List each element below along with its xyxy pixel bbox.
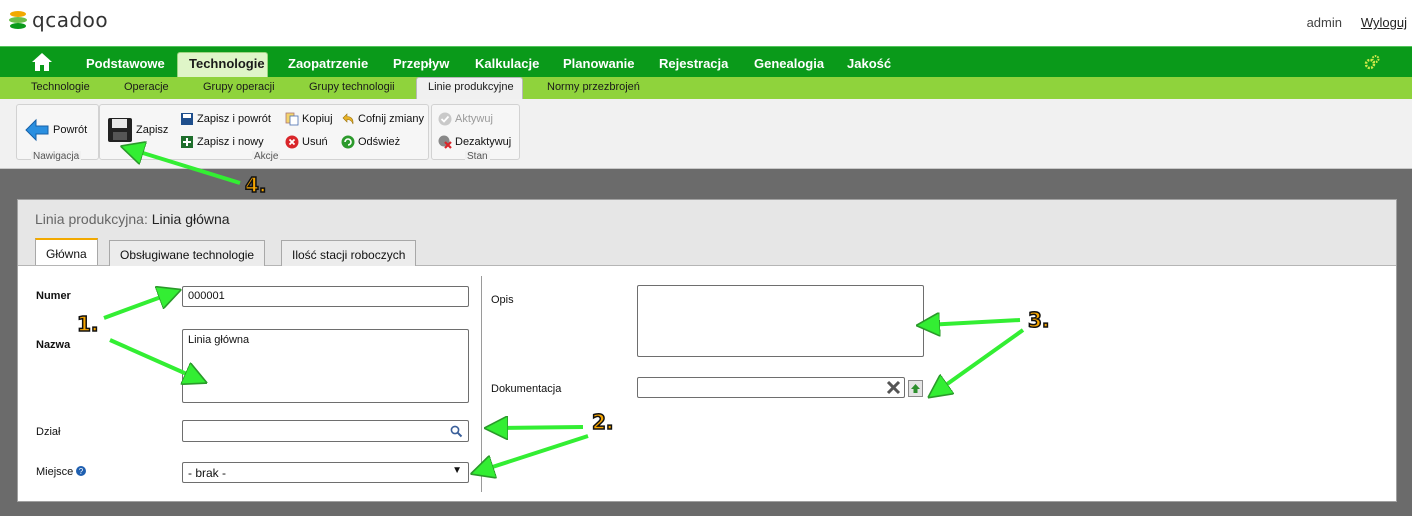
deactivate-icon: [438, 135, 452, 149]
activate-icon: [438, 112, 452, 126]
ribbon-group-label: Akcje: [252, 151, 281, 162]
undo-button[interactable]: Cofnij zmiany: [341, 112, 424, 126]
back-label: Powrót: [53, 124, 88, 136]
clear-icon[interactable]: [886, 380, 901, 395]
main-nav-item-kalkulacje[interactable]: Kalkulacje: [475, 56, 539, 71]
ribbon-toolbar: Nawigacja Akcje Stan Powrót Zapisz Zapis…: [0, 99, 1412, 169]
refresh-icon: [341, 135, 355, 149]
column-divider: [481, 276, 482, 492]
logout-link[interactable]: Wyloguj: [1361, 15, 1407, 30]
refresh-button[interactable]: Odśwież: [341, 135, 400, 149]
place-label-text: Miejsce: [36, 466, 74, 478]
main-nav-item-jakosc[interactable]: Jakość: [847, 56, 891, 71]
production-line-form-panel: Linia produkcyjna: Linia główna Główna O…: [17, 199, 1397, 502]
undo-icon: [342, 113, 354, 125]
activate-button[interactable]: Aktywuj: [438, 112, 493, 126]
documentation-field[interactable]: [637, 377, 905, 398]
page-title-prefix: Linia produkcyjna:: [35, 211, 148, 227]
undo-label: Cofnij zmiany: [358, 113, 425, 125]
ribbon-group-label: Stan: [465, 151, 490, 162]
svg-text:?: ?: [79, 467, 84, 476]
sub-nav-item-operacje[interactable]: Operacje: [124, 81, 169, 93]
app-name: qcadoo: [32, 8, 109, 32]
copy-button[interactable]: Kopiuj: [285, 112, 333, 126]
main-nav-item-przeplyw[interactable]: Przepływ: [393, 56, 449, 71]
description-label: Opis: [491, 294, 514, 306]
sub-nav-item-technologie[interactable]: Technologie: [31, 81, 90, 93]
number-field[interactable]: 000001: [182, 286, 469, 307]
floppy-icon: [108, 118, 132, 142]
refresh-label: Odśwież: [358, 136, 401, 148]
back-button[interactable]: Powrót: [24, 117, 87, 143]
place-label: Miejsce ?: [36, 466, 87, 478]
number-label: Numer: [36, 290, 71, 302]
delete-label: Usuń: [302, 136, 328, 148]
tab-ilosc-stacji-roboczych[interactable]: Ilość stacji roboczych: [281, 240, 417, 266]
main-nav-item-technologie[interactable]: Technologie: [189, 56, 265, 71]
search-icon[interactable]: [450, 425, 463, 438]
activate-label: Aktywuj: [455, 113, 493, 125]
page-title-value: Linia główna: [151, 211, 230, 227]
main-nav-item-planowanie[interactable]: Planowanie: [563, 56, 635, 71]
save-new-icon: [181, 136, 193, 148]
main-nav-item-podstawowe[interactable]: Podstawowe: [86, 56, 165, 71]
home-icon[interactable]: [30, 51, 54, 73]
sub-nav: Technologie Operacje Grupy operacji Grup…: [0, 77, 1412, 100]
main-nav-item-zaopatrzenie[interactable]: Zaopatrzenie: [288, 56, 368, 71]
app-logo[interactable]: qcadoo: [8, 8, 108, 32]
ribbon-group-label: Nawigacja: [31, 151, 82, 162]
save-back-icon: [181, 113, 193, 125]
save-label: Zapisz: [136, 124, 169, 136]
save-and-new-button[interactable]: Zapisz i nowy: [180, 135, 264, 149]
username: admin: [1306, 15, 1342, 30]
department-lookup-field[interactable]: [182, 420, 469, 442]
logo-icon: [9, 11, 27, 29]
name-field[interactable]: Linia główna: [182, 329, 469, 403]
help-icon[interactable]: ?: [76, 466, 87, 476]
main-nav-item-genealogia[interactable]: Genealogia: [754, 56, 824, 71]
sub-nav-item-linie-produkcyjne[interactable]: Linie produkcyjne: [428, 81, 514, 93]
deactivate-button[interactable]: Dezaktywuj: [438, 135, 511, 149]
arrow-left-icon: [25, 118, 49, 142]
copy-label: Kopiuj: [302, 113, 333, 125]
name-label: Nazwa: [36, 339, 71, 351]
place-select[interactable]: - brak - ▼: [182, 462, 469, 483]
sub-nav-item-normy-przezbrojen[interactable]: Normy przezbrojeń: [547, 81, 640, 93]
save-new-label: Zapisz i nowy: [197, 136, 264, 148]
annotation-3: 3.: [1027, 307, 1050, 333]
gear-icon[interactable]: [1364, 54, 1380, 70]
annotation-2: 2.: [591, 409, 614, 435]
copy-icon: [285, 112, 299, 126]
save-button[interactable]: Zapisz: [107, 117, 168, 143]
annotation-1: 1.: [76, 311, 99, 337]
delete-icon: [285, 135, 299, 149]
save-back-label: Zapisz i powrót: [197, 113, 271, 125]
save-and-back-button[interactable]: Zapisz i powrót: [180, 112, 271, 126]
documentation-label: Dokumentacja: [491, 383, 562, 395]
main-nav: Podstawowe Technologie Zaopatrzenie Prze…: [0, 46, 1412, 78]
deactivate-label: Dezaktywuj: [455, 136, 512, 148]
main-nav-item-rejestracja[interactable]: Rejestracja: [659, 56, 728, 71]
sub-nav-item-grupy-operacji[interactable]: Grupy operacji: [203, 81, 275, 93]
top-header: qcadoo admin Wyloguj: [0, 0, 1412, 46]
panel-header: Linia produkcyjna: Linia główna Główna O…: [18, 200, 1396, 266]
upload-icon[interactable]: [908, 380, 923, 397]
description-field[interactable]: [637, 285, 924, 357]
delete-button[interactable]: Usuń: [285, 135, 328, 149]
sub-nav-item-grupy-technologii[interactable]: Grupy technologii: [309, 81, 395, 93]
tab-obslugiwane-technologie[interactable]: Obsługiwane technologie: [109, 240, 266, 266]
chevron-down-icon: ▼: [452, 465, 462, 476]
page-title: Linia produkcyjna: Linia główna: [35, 211, 230, 227]
annotation-4: 4.: [244, 172, 267, 198]
tab-glowna[interactable]: Główna: [35, 238, 98, 265]
place-selected-value: - brak -: [188, 466, 227, 480]
department-label: Dział: [36, 426, 61, 438]
